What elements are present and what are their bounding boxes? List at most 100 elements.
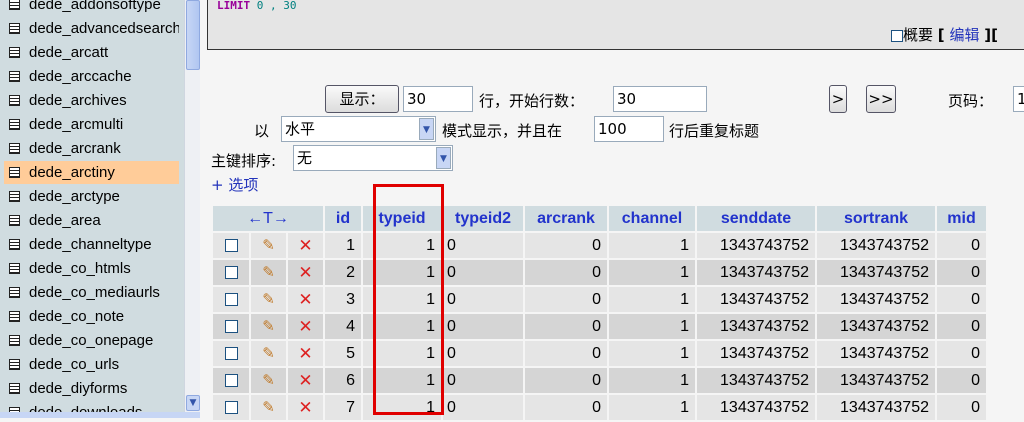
column-header-id[interactable]: id [325,206,363,233]
edit-row[interactable]: ✎ [251,341,288,368]
pencil-icon[interactable]: ✎ [262,237,275,254]
pencil-icon[interactable]: ✎ [262,291,275,308]
edit-row[interactable]: ✎ [251,233,288,260]
edit-row[interactable]: ✎ [251,368,288,395]
cell-sortrank: 1343743752 [817,314,937,341]
sidebar-item-label: dede_advancedsearch [29,20,179,37]
edit-row[interactable]: ✎ [251,287,288,314]
delete-x-icon[interactable]: ✕ [298,263,312,282]
column-header-typeid2[interactable]: typeid2 [443,206,525,233]
cell-senddate: 1343743752 [697,314,817,341]
table-icon [9,71,20,82]
scroll-thumb[interactable] [186,0,200,70]
column-resize-arrows[interactable]: ←T→ [213,206,325,233]
sidebar-item-dede_arccache[interactable]: dede_arccache [4,65,179,88]
edit-link[interactable]: 编辑 [949,26,979,44]
edit-row[interactable]: ✎ [251,260,288,287]
sidebar-item-dede_co_htmls[interactable]: dede_co_htmls [4,257,179,280]
rows-label: 行，开始行数： [479,92,585,110]
rows-input[interactable]: 30 [403,86,473,112]
table-icon [9,383,20,394]
sidebar-item-dede_co_mediaurls[interactable]: dede_co_mediaurls [4,281,179,304]
delete-row[interactable]: ✕ [288,368,325,395]
sidebar-item-dede_arcmulti[interactable]: dede_arcmulti [4,113,179,136]
last-page-button[interactable]: >> [866,85,896,113]
cell-arcrank: 0 [525,233,609,260]
sidebar-item-dede_addonsoftype[interactable]: dede_addonsoftype [4,0,179,16]
sort-label: 主键排序: [211,152,277,170]
repeat-headers-input[interactable]: 100 [594,116,664,142]
row-select[interactable] [213,314,251,341]
cell-mid: 0 [937,368,988,395]
delete-x-icon[interactable]: ✕ [298,371,312,390]
cell-sortrank: 1343743752 [817,368,937,395]
pencil-icon[interactable]: ✎ [262,264,275,281]
sidebar-item-dede_co_onepage[interactable]: dede_co_onepage [4,329,179,352]
sidebar-item-dede_area[interactable]: dede_area [4,209,179,232]
table-icon [9,335,20,346]
sidebar-item-dede_archives[interactable]: dede_archives [4,89,179,112]
checkbox[interactable] [224,292,238,306]
edit-row[interactable]: ✎ [251,314,288,341]
checkbox[interactable] [224,346,238,360]
checkbox[interactable] [224,238,238,252]
sidebar-item-label: dede_diyforms [29,380,128,397]
delete-x-icon[interactable]: ✕ [298,398,312,417]
next-page-button[interactable]: > [829,85,847,113]
show-button[interactable]: 显示： [325,85,399,113]
delete-row[interactable]: ✕ [288,314,325,341]
delete-row[interactable]: ✕ [288,287,325,314]
sidebar-item-dede_arctype[interactable]: dede_arctype [4,185,179,208]
profiling-checkbox[interactable] [891,29,903,42]
table-row: ✎ ✕ 6 1 0 0 1 1343743752 1343743752 0 [213,368,988,395]
column-header-mid[interactable]: mid [937,206,988,233]
sidebar-item-dede_diyforms[interactable]: dede_diyforms [4,377,179,400]
row-select[interactable] [213,287,251,314]
column-header-senddate[interactable]: senddate [697,206,817,233]
checkbox[interactable] [224,400,238,414]
delete-x-icon[interactable]: ✕ [298,236,312,255]
sidebar-item-dede_arcatt[interactable]: dede_arcatt [4,41,179,64]
delete-row[interactable]: ✕ [288,260,325,287]
delete-row[interactable]: ✕ [288,341,325,368]
sidebar-scrollbar[interactable]: ▼ [184,0,200,412]
table-icon [9,359,20,370]
horizontal-scrollbar[interactable] [0,412,200,418]
display-mode-select[interactable]: 水平 ▼ [281,116,436,142]
pencil-icon[interactable]: ✎ [262,372,275,389]
delete-x-icon[interactable]: ✕ [298,344,312,363]
row-select[interactable] [213,260,251,287]
cell-typeid2: 0 [443,341,525,368]
page-select[interactable]: 1 [1013,86,1024,112]
sort-select[interactable]: 无 ▼ [293,145,453,171]
delete-row[interactable]: ✕ [288,233,325,260]
checkbox[interactable] [224,265,238,279]
scroll-down-arrow-icon[interactable]: ▼ [186,395,200,411]
sidebar-item-dede_arcrank[interactable]: dede_arcrank [4,137,179,160]
sidebar-item-dede_arctiny[interactable]: dede_arctiny [4,161,179,184]
checkbox[interactable] [224,319,238,333]
table-icon [9,0,20,10]
pencil-icon[interactable]: ✎ [262,318,275,335]
row-select[interactable] [213,341,251,368]
sidebar-item-dede_channeltype[interactable]: dede_channeltype [4,233,179,256]
cell-typeid2: 0 [443,287,525,314]
sidebar-item-label: dede_arctype [29,188,120,205]
sidebar-item-dede_advancedsearch[interactable]: dede_advancedsearch [4,17,179,40]
column-header-sortrank[interactable]: sortrank [817,206,937,233]
column-header-arcrank[interactable]: arcrank [525,206,609,233]
pencil-icon[interactable]: ✎ [262,345,275,362]
start-row-input[interactable]: 30 [613,86,707,112]
options-link[interactable]: + 选项 [211,174,258,195]
highlight-box [373,184,444,415]
sidebar-item-dede_co_note[interactable]: dede_co_note [4,305,179,328]
pencil-icon[interactable]: ✎ [262,399,275,416]
column-header-channel[interactable]: channel [609,206,697,233]
row-select[interactable] [213,368,251,395]
chevron-down-icon: ▼ [419,118,434,140]
delete-x-icon[interactable]: ✕ [298,290,312,309]
checkbox[interactable] [224,373,238,387]
row-select[interactable] [213,233,251,260]
sidebar-item-dede_co_urls[interactable]: dede_co_urls [4,353,179,376]
delete-x-icon[interactable]: ✕ [298,317,312,336]
